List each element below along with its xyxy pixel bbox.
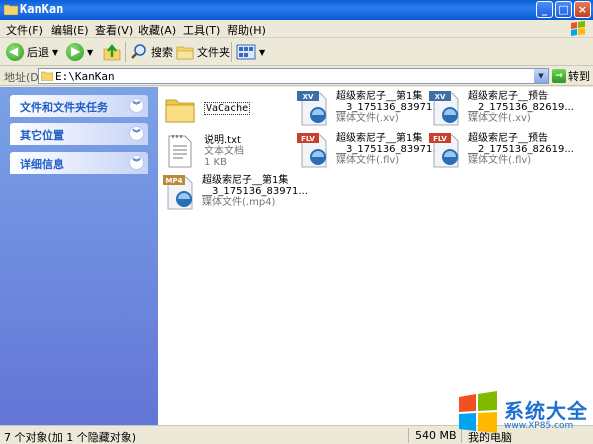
folder-icon xyxy=(165,99,195,123)
panel-other-places[interactable]: 其它位置 ︾ xyxy=(10,123,148,145)
toolbar-separator xyxy=(125,42,126,62)
title-bar[interactable]: KanKan _ □ × xyxy=(0,0,593,20)
watermark: 系统大全 www.XP85.com xyxy=(456,391,593,441)
panel-file-tasks[interactable]: 文件和文件夹任务 ︾ xyxy=(10,95,148,117)
menu-bar: 文件(F) 编辑(E) 查看(V) 收藏(A) 工具(T) 帮助(H) xyxy=(0,20,593,38)
back-dropdown-icon[interactable]: ▼ xyxy=(52,48,58,57)
file-name-cont: __3_175136_83971... xyxy=(336,144,442,155)
svg-text:XV: XV xyxy=(435,93,446,101)
go-label: 转到 xyxy=(568,70,590,83)
file-item[interactable]: XV 超级索尼子__第1集 __3_175136_83971... 媒体文件(.… xyxy=(296,89,442,129)
status-divider xyxy=(408,428,409,443)
file-name: 超级索尼子__第1集 xyxy=(336,133,423,144)
svg-text:XV: XV xyxy=(303,93,314,101)
file-name-cont: __3_175136_83971... xyxy=(336,102,442,113)
chevron-down-icon[interactable]: ︾ xyxy=(129,126,144,141)
toolbar: ◀ 后退 ▼ ▶ ▼ 搜索 文件夹 ▼ xyxy=(0,38,593,66)
folders-label: 文件夹 xyxy=(197,46,230,59)
forward-arrow-icon: ▶ xyxy=(66,43,84,61)
panel-title: 其它位置 xyxy=(20,129,64,142)
status-size: 540 MB xyxy=(415,429,457,442)
search-button[interactable]: 搜索 xyxy=(130,41,173,63)
panel-details[interactable]: 详细信息 ︾ xyxy=(10,152,148,174)
menu-file[interactable]: 文件(F) xyxy=(6,22,43,38)
media-file-xv-icon: XV xyxy=(297,91,327,126)
media-file-xv-icon: XV xyxy=(429,91,459,126)
menu-help[interactable]: 帮助(H) xyxy=(227,22,266,38)
file-name: VaCache xyxy=(204,102,251,115)
views-dropdown-icon[interactable]: ▼ xyxy=(259,48,265,57)
menu-tools[interactable]: 工具(T) xyxy=(183,22,220,38)
up-folder-icon xyxy=(103,44,121,61)
file-item[interactable]: XV 超级索尼子__预告 __2_175136_82619... 媒体文件(.x… xyxy=(428,89,574,129)
file-type: 媒体文件(.mp4) xyxy=(202,197,276,208)
file-name: 超级索尼子__第1集 xyxy=(336,91,423,102)
go-arrow-icon: → xyxy=(552,69,566,83)
views-button[interactable]: ▼ xyxy=(236,41,265,63)
go-button[interactable]: → 转到 xyxy=(552,68,590,84)
folders-icon xyxy=(176,46,194,60)
menu-view[interactable]: 查看(V) xyxy=(95,22,133,38)
address-input[interactable]: E:\KanKan ▼ xyxy=(38,68,549,84)
toolbar-separator xyxy=(231,42,232,62)
media-file-flv-icon: FLV xyxy=(297,133,327,168)
file-size: 1 KB xyxy=(204,157,227,168)
search-icon xyxy=(131,44,146,59)
back-arrow-icon: ◀ xyxy=(6,43,24,61)
file-list: VaCache XV 超级索尼子__第1集 __3_175136_83971..… xyxy=(158,87,593,425)
folder-icon xyxy=(41,71,53,81)
file-item[interactable]: MP4 超级索尼子__第1集 __3_175136_83971... 媒体文件(… xyxy=(162,173,308,213)
file-item[interactable]: VaCache xyxy=(164,94,284,128)
maximize-button[interactable]: □ xyxy=(555,1,572,18)
media-file-mp4-icon: MP4 xyxy=(163,175,193,210)
file-name: 说明.txt xyxy=(204,135,241,146)
file-type: 媒体文件(.flv) xyxy=(468,155,532,166)
address-dropdown-icon[interactable]: ▼ xyxy=(534,69,548,83)
status-object-count: 7 个对象(加 1 个隐藏对象) xyxy=(4,431,137,444)
panel-title: 详细信息 xyxy=(20,158,64,171)
file-name: 超级索尼子__预告 xyxy=(468,133,548,144)
chevron-down-icon[interactable]: ︾ xyxy=(129,155,144,170)
folders-button[interactable]: 文件夹 xyxy=(176,41,230,63)
svg-text:MP4: MP4 xyxy=(166,177,183,185)
folder-icon xyxy=(4,4,18,15)
back-button[interactable]: ◀ 后退 ▼ xyxy=(6,41,58,63)
file-type: 媒体文件(.flv) xyxy=(336,155,400,166)
address-path: E:\KanKan xyxy=(55,70,115,83)
close-button[interactable]: × xyxy=(574,1,591,18)
panel-title: 文件和文件夹任务 xyxy=(20,101,108,114)
menu-edit[interactable]: 编辑(E) xyxy=(51,22,89,38)
file-name: 超级索尼子__第1集 xyxy=(202,175,289,186)
file-type: 媒体文件(.xv) xyxy=(336,113,399,124)
window-title: KanKan xyxy=(20,2,64,16)
svg-text:FLV: FLV xyxy=(433,135,447,143)
task-pane: 文件和文件夹任务 ︾ 其它位置 ︾ 详细信息 ︾ xyxy=(0,87,158,425)
back-label: 后退 xyxy=(27,46,49,59)
svg-text:FLV: FLV xyxy=(301,135,315,143)
forward-dropdown-icon[interactable]: ▼ xyxy=(87,48,93,57)
chevron-down-icon[interactable]: ︾ xyxy=(129,98,144,113)
file-name-cont: __2_175136_82619... xyxy=(468,144,574,155)
search-label: 搜索 xyxy=(151,46,173,59)
file-type: 媒体文件(.xv) xyxy=(468,113,531,124)
file-item[interactable]: 说明.txt 文本文档 1 KB xyxy=(164,133,284,173)
minimize-button[interactable]: _ xyxy=(536,1,553,18)
text-document-icon xyxy=(168,135,192,168)
file-name-cont: __2_175136_82619... xyxy=(468,102,574,113)
watermark-title: 系统大全 xyxy=(504,399,588,423)
views-icon xyxy=(236,44,256,60)
file-type: 文本文档 xyxy=(204,146,244,157)
windows-logo-icon xyxy=(459,391,497,433)
media-file-flv-icon: FLV xyxy=(429,133,459,168)
windows-logo-icon xyxy=(571,21,585,36)
file-name-cont: __3_175136_83971... xyxy=(202,186,308,197)
watermark-url: www.XP85.com xyxy=(504,421,574,431)
file-item[interactable]: FLV 超级索尼子__预告 __2_175136_82619... 媒体文件(.… xyxy=(428,131,574,171)
menu-favorites[interactable]: 收藏(A) xyxy=(138,22,176,38)
address-bar: 地址(D) E:\KanKan ▼ → 转到 xyxy=(0,66,593,86)
forward-button[interactable]: ▶ ▼ xyxy=(66,41,93,63)
file-name: 超级索尼子__预告 xyxy=(468,91,548,102)
up-button[interactable] xyxy=(103,41,121,63)
file-item[interactable]: FLV 超级索尼子__第1集 __3_175136_83971... 媒体文件(… xyxy=(296,131,442,171)
